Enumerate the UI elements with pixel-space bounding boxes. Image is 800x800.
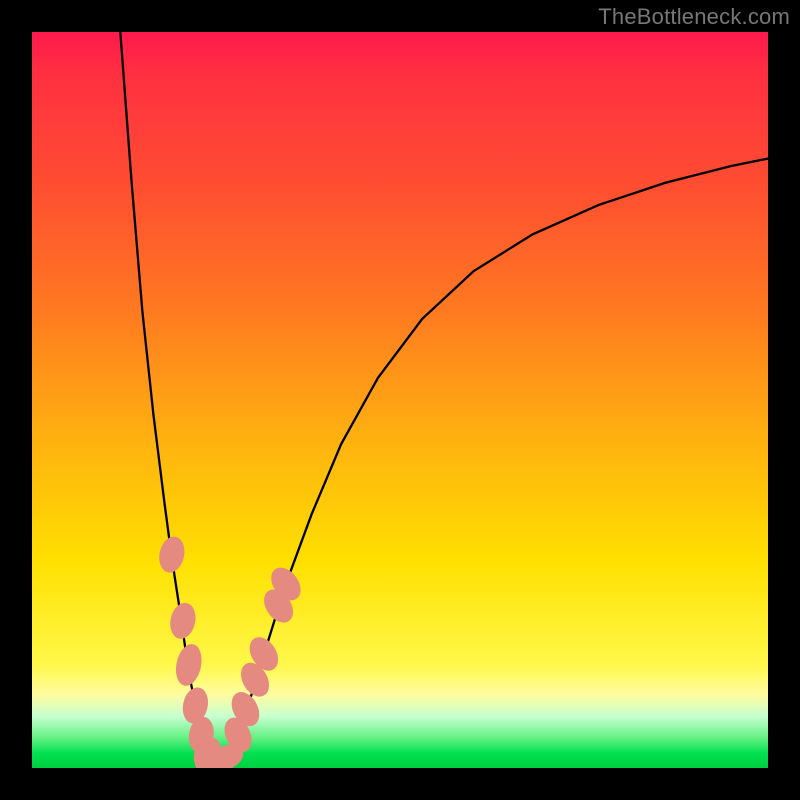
plot-area <box>32 32 768 768</box>
curve-left <box>120 32 216 764</box>
chart-svg <box>32 32 768 768</box>
chart-frame: TheBottleneck.com <box>0 0 800 800</box>
curve-right <box>216 159 768 765</box>
watermark-text: TheBottleneck.com <box>598 4 790 30</box>
data-marker <box>168 601 198 640</box>
data-marker <box>157 535 187 574</box>
data-marker <box>173 642 205 687</box>
